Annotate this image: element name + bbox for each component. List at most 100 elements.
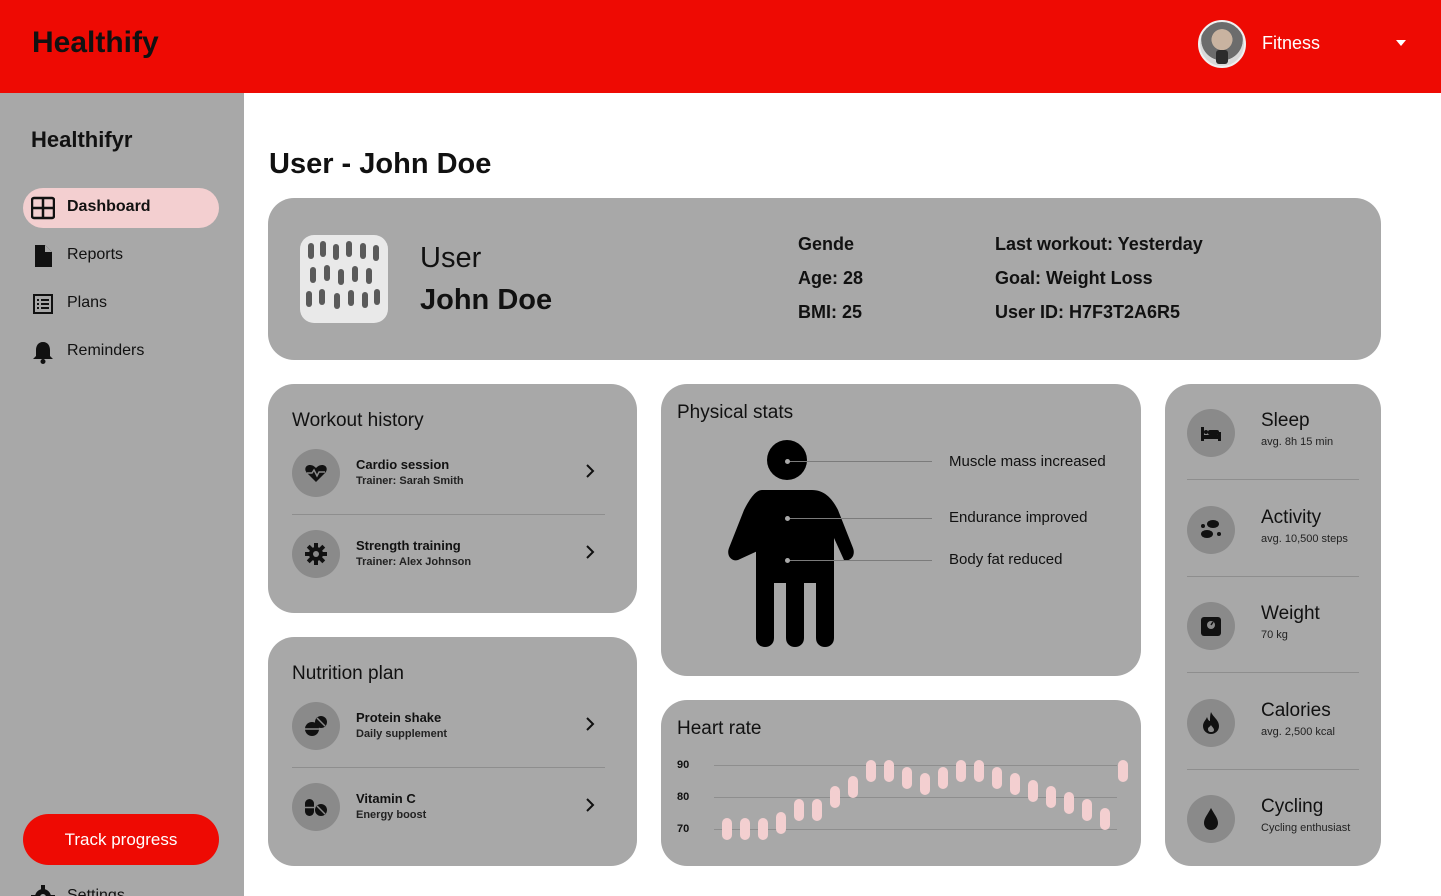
profile-last-workout: Last workout: Yesterday: [995, 234, 1203, 254]
heart-rate-bar: [1100, 808, 1110, 831]
list-item[interactable]: Vitamin C Energy boost: [292, 780, 605, 834]
heart-rate-bar: [1028, 779, 1038, 802]
metric-activity[interactable]: Activity avg. 10,500 steps: [1187, 500, 1359, 560]
metric-sleep[interactable]: Sleep avg. 8h 15 min: [1187, 403, 1359, 463]
brand-logo[interactable]: Healthify: [32, 26, 159, 60]
y-tick-label: 70: [677, 823, 690, 835]
heart-rate-bar: [884, 760, 894, 783]
heart-rate-bar: [722, 818, 732, 840]
heart-rate-bar: [1046, 786, 1056, 808]
heart-rate-bar: [740, 818, 750, 840]
heart-rate-bar: [1064, 792, 1074, 815]
row-subtitle: Trainer: Alex Johnson: [356, 556, 472, 568]
list-icon: [33, 294, 53, 314]
chevron-right-icon: [586, 545, 595, 559]
avatar[interactable]: [1198, 20, 1246, 68]
heart-pulse-icon: [292, 449, 340, 497]
physical-stats-title: Physical stats: [677, 402, 794, 423]
heart-rate-bar: [920, 773, 930, 796]
heart-rate-bar: [776, 811, 786, 834]
metrics-card: Sleep avg. 8h 15 min Activity avg. 10,50…: [1165, 384, 1381, 866]
chevron-right-icon: [586, 717, 595, 731]
heart-rate-bar: [758, 818, 768, 840]
metric-subtitle: avg. 2,500 kcal: [1261, 726, 1335, 738]
physical-stats-card: Physical stats Muscle mass increased End…: [661, 384, 1141, 676]
list-item[interactable]: Strength training Trainer: Alex Johnson: [292, 527, 605, 581]
divider: [1187, 479, 1359, 480]
metric-weight[interactable]: Weight 70 kg: [1187, 596, 1359, 656]
metric-subtitle: avg. 10,500 steps: [1261, 533, 1348, 545]
heart-rate-bar: [902, 766, 912, 789]
heart-rate-bar: [974, 760, 984, 783]
profile-name: John Doe: [420, 284, 553, 316]
sidebar-item-label: Reminders: [67, 342, 145, 359]
chevron-down-icon[interactable]: [1396, 40, 1406, 46]
divider: [1187, 769, 1359, 770]
annotation-dot: [785, 558, 790, 563]
metric-title: Activity: [1261, 507, 1322, 528]
heart-rate-bar: [956, 760, 966, 783]
row-title: Protein shake: [356, 710, 442, 725]
heart-rate-bar: [866, 760, 876, 783]
flame-icon: [1187, 699, 1235, 747]
metric-title: Calories: [1261, 700, 1331, 721]
dashboard-icon: [31, 196, 55, 220]
annotation-label: Muscle mass increased: [949, 453, 1106, 470]
pills-icon: [292, 702, 340, 750]
profile-user-id: User ID: H7F3T2A6R5: [995, 302, 1181, 322]
heart-rate-bar: [812, 798, 822, 821]
sidebar-item-reminders[interactable]: Reminders: [23, 332, 219, 372]
sidebar-item-dashboard[interactable]: Dashboard: [23, 188, 219, 228]
list-item[interactable]: Protein shake Daily supplement: [292, 699, 605, 753]
divider: [292, 514, 605, 515]
annotation-dot: [785, 459, 790, 464]
document-icon: [35, 245, 52, 267]
track-progress-button[interactable]: Track progress: [23, 814, 219, 865]
annotation-label: Endurance improved: [949, 509, 1088, 526]
y-tick-label: 80: [677, 791, 690, 803]
metric-title: Cycling: [1261, 796, 1324, 817]
sidebar-item-settings[interactable]: Settings: [23, 883, 219, 896]
sidebar-item-reports[interactable]: Reports: [23, 236, 219, 276]
workout-history-title: Workout history: [292, 410, 424, 431]
sidebar-item-plans[interactable]: Plans: [23, 284, 219, 324]
profile-label: User: [420, 242, 482, 274]
capsule-icon: [292, 783, 340, 831]
metric-cycling[interactable]: Cycling Cycling enthusiast: [1187, 789, 1359, 849]
grid-line: [714, 765, 1117, 766]
heart-rate-bar: [1010, 773, 1020, 796]
page-title: User - John Doe: [269, 148, 492, 180]
row-title: Vitamin C: [356, 791, 416, 806]
heart-rate-bar: [1082, 798, 1092, 821]
row-title: Strength training: [356, 538, 461, 553]
divider: [1187, 576, 1359, 577]
chevron-right-icon: [586, 464, 595, 478]
heart-rate-bar: [794, 798, 804, 821]
divider: [292, 767, 605, 768]
workout-history-card: Workout history Cardio session Trainer: …: [268, 384, 637, 613]
metric-calories[interactable]: Calories avg. 2,500 kcal: [1187, 693, 1359, 753]
heart-rate-bar: [830, 786, 840, 808]
divider: [1187, 672, 1359, 673]
metric-subtitle: avg. 8h 15 min: [1261, 436, 1334, 448]
sidebar-item-label: Dashboard: [67, 198, 151, 215]
row-subtitle: Daily supplement: [356, 728, 448, 740]
body-figure-icon: [728, 440, 854, 647]
heart-rate-title: Heart rate: [677, 718, 762, 739]
metric-title: Weight: [1261, 603, 1320, 624]
heart-rate-bar: [992, 766, 1002, 789]
user-menu[interactable]: Fitness: [1198, 20, 1420, 70]
heart-rate-bar: [1118, 760, 1128, 783]
profile-bmi: BMI: 25: [798, 302, 863, 322]
scale-icon: [1187, 602, 1235, 650]
list-item[interactable]: Cardio session Trainer: Sarah Smith: [292, 446, 605, 500]
nutrition-plan-card: Nutrition plan Protein shake Daily suppl…: [268, 637, 637, 866]
nutrition-plan-title: Nutrition plan: [292, 663, 404, 684]
gear-icon: [31, 885, 55, 896]
sidebar-item-label: Settings: [67, 887, 125, 896]
footsteps-icon: [1187, 506, 1235, 554]
heart-rate-card: Heart rate 90 80 70: [661, 700, 1141, 866]
sidebar-item-label: Plans: [67, 294, 108, 311]
profile-gender: Gende: [798, 234, 855, 254]
chevron-right-icon: [586, 798, 595, 812]
